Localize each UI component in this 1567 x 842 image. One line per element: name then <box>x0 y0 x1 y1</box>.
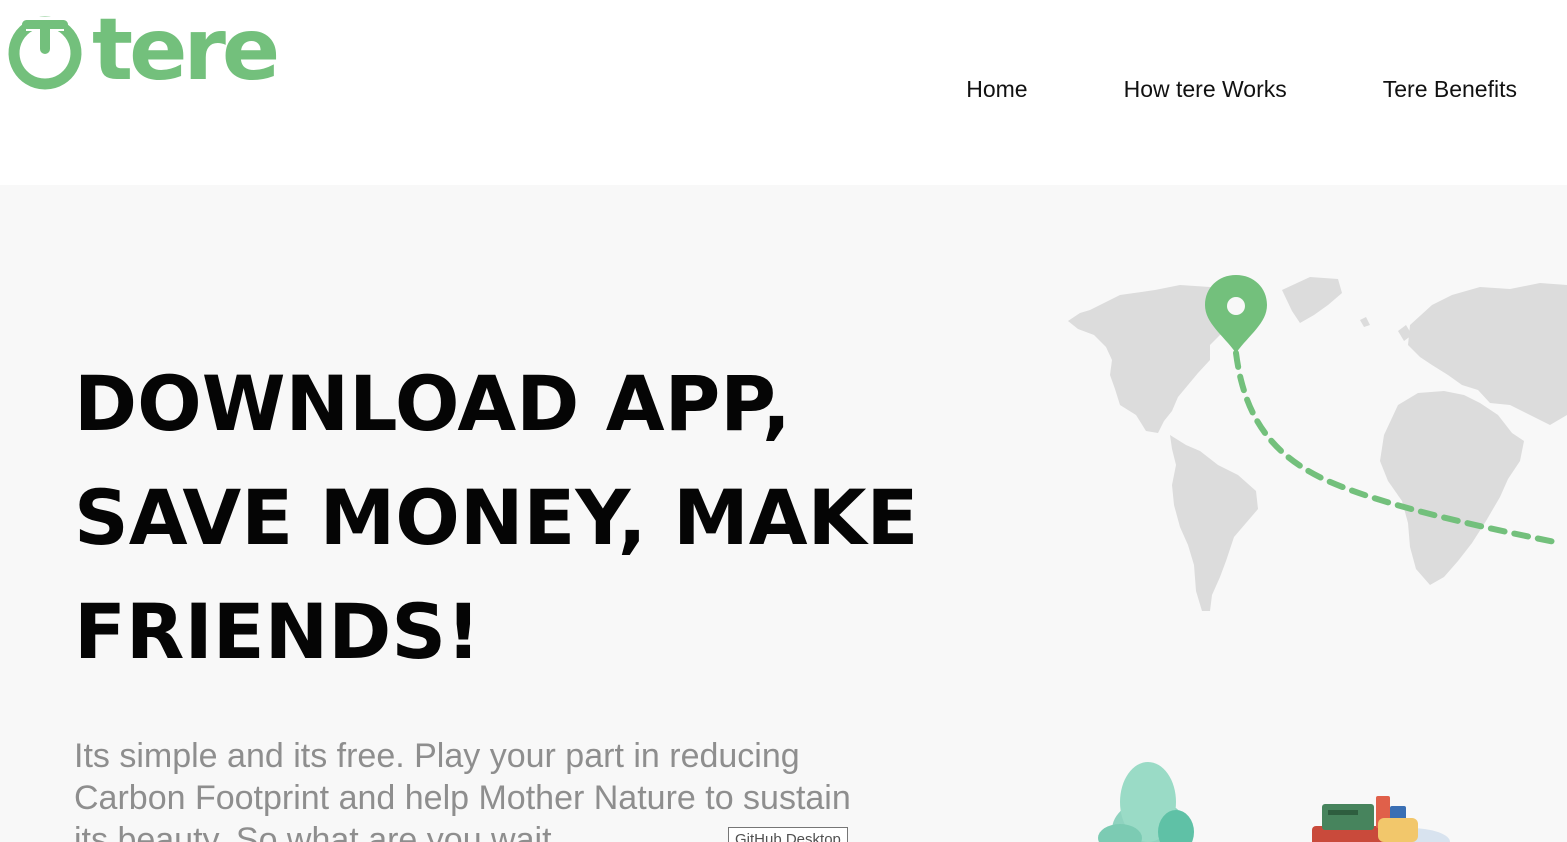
world-map-image <box>1068 275 1567 611</box>
headline-line: FRIENDS! <box>74 587 481 676</box>
hero-section: DOWNLOAD APP, SAVE MONEY, MAKE FRIENDS! … <box>0 185 1567 842</box>
nav-how-tere-works[interactable]: How tere Works <box>1124 76 1287 103</box>
tree-image <box>1098 762 1194 842</box>
hero-illustration <box>1098 762 1450 842</box>
logo-link[interactable]: tere <box>6 0 280 100</box>
hero-headline: DOWNLOAD APP, SAVE MONEY, MAKE FRIENDS! <box>74 347 954 689</box>
luggage-image <box>1312 796 1450 842</box>
power-icon <box>8 16 82 90</box>
nav-home[interactable]: Home <box>966 76 1027 103</box>
page: tere Home How tere Works Tere Benefits D… <box>0 0 1567 842</box>
site-header: tere Home How tere Works Tere Benefits <box>0 0 1567 185</box>
nav-tere-benefits[interactable]: Tere Benefits <box>1383 76 1517 103</box>
headline-line: SAVE MONEY, MAKE <box>74 473 919 562</box>
headline-line: DOWNLOAD APP, <box>74 359 791 448</box>
logo-text: tere <box>92 0 280 100</box>
map-pin-icon <box>1205 275 1267 353</box>
tooltip: GitHub Desktop <box>728 827 848 842</box>
main-nav: Home How tere Works Tere Benefits <box>966 76 1517 103</box>
hero-subtext: Its simple and its free. Play your part … <box>74 737 851 842</box>
